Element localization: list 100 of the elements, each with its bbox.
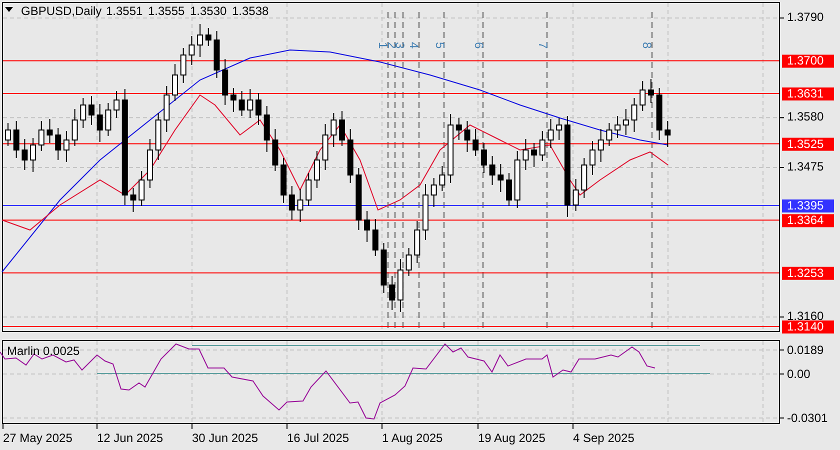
candlestick [631,98,638,132]
candlestick [180,48,186,84]
marker-label: 4 [407,42,421,49]
candlestick [648,78,654,104]
indicator-axis-label: -0.0301 [787,411,828,425]
candlestick [522,138,529,170]
marker-label: 8 [640,42,654,49]
candlestick [155,112,162,160]
candlestick [197,24,204,58]
candlestick [306,172,312,206]
candlestick [297,188,304,222]
candlestick [55,128,62,160]
candlestick [489,156,496,186]
candlestick [372,218,378,256]
caret-icon[interactable] [5,7,13,12]
candlestick [356,168,362,230]
candlestick [514,150,520,208]
candlestick [46,118,53,144]
candlestick [656,88,662,140]
ohlc-value: 1.3551 [106,4,143,18]
candlestick [581,158,588,198]
candlestick [288,186,295,220]
candlestick [406,248,412,276]
candlestick [572,178,579,212]
candlestick [622,108,629,136]
candlestick [606,122,612,146]
candlestick [238,90,245,116]
candlestick [339,110,345,146]
candlestick [397,258,404,312]
date-axis-label: 4 Sep 2025 [573,431,634,445]
candlestick [146,138,153,188]
candlestick [138,170,145,206]
price-tag: 1.3631 [782,86,834,100]
price-tag: 1.3700 [782,54,834,68]
price-tag: 1.3525 [782,136,834,151]
indicator-axis-label: 0.00 [787,367,810,381]
candlestick [314,150,320,188]
candlestick [280,158,287,204]
candlestick [80,98,86,128]
candlestick [590,140,596,176]
marker-label: 6 [472,42,486,49]
candlestick [364,210,370,242]
candlestick [256,92,262,126]
candlestick [72,108,78,146]
candlestick [480,142,487,174]
candlestick [539,130,546,162]
candlestick [114,90,120,118]
candlestick [172,64,178,102]
candlestick [96,104,103,142]
ohlc-value: 1.3530 [190,4,227,18]
price-axis-label: 1.3475 [787,160,824,174]
candlestick [531,142,538,168]
candlestick [30,138,36,172]
candlestick [448,114,454,184]
candlestick [130,188,136,212]
date-axis-label: 12 Jun 2025 [97,431,164,445]
price-tag: 1.3253 [782,266,834,280]
candlestick [38,120,44,152]
symbol-title: GBPUSD,Daily [21,4,102,18]
candlestick [548,118,554,148]
candlestick [498,164,504,192]
candlestick [272,128,278,172]
marker-label: 5 [433,42,447,49]
marker-label: 7 [536,42,550,49]
candlestick [439,166,446,192]
candlestick [380,242,387,294]
candlestick [664,120,671,148]
candlestick [322,124,328,170]
candlestick [222,58,228,106]
candlestick [105,102,112,136]
candlestick [164,86,170,132]
candlestick [464,120,470,152]
candlestick [13,120,20,158]
candlestick [205,28,212,46]
candlestick [63,130,70,162]
candlestick [422,184,428,240]
ohlc-value: 1.3538 [232,4,269,18]
candlestick [188,36,195,66]
candlestick [472,128,479,156]
price-tag: 1.3395 [782,198,834,212]
candlestick [247,88,254,118]
candlestick [414,220,420,264]
candlestick [389,276,396,310]
candlestick [640,80,646,112]
candlestick [347,128,354,184]
date-axis-label: 27 May 2025 [3,431,72,445]
candlestick [22,138,28,170]
candlestick [88,96,94,126]
date-axis-label: 19 Aug 2025 [478,431,546,445]
candlestick [614,116,621,138]
price-axis-label: 1.3580 [787,110,824,124]
candlestick [456,118,462,140]
candlestick [5,122,11,146]
date-axis-label: 16 Jul 2025 [287,431,350,445]
candlestick [330,112,337,148]
price-tag: 1.3140 [782,320,834,334]
ohlc-value: 1.3555 [148,4,185,18]
candlestick [430,178,437,208]
candlestick [264,106,270,152]
price-tag: 1.3364 [782,213,834,228]
